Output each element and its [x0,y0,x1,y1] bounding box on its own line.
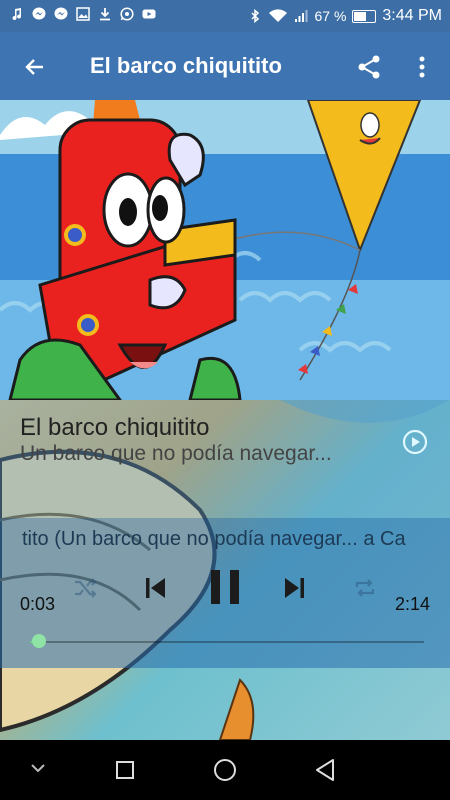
messenger-icon [54,7,68,20]
download-icon [100,8,110,21]
play-video-button[interactable] [402,429,428,460]
notification-icons [10,7,156,21]
battery-icon [352,9,377,23]
scrolling-track-title: tito (Un barco que no podía navegar... a… [22,528,406,550]
arrow-back-icon [25,59,43,75]
signal-icon [295,10,308,22]
image-icon [76,7,90,21]
home-button[interactable] [211,756,239,784]
elapsed-time: 0:03 [20,594,56,614]
repeat-button[interactable] [350,574,380,602]
seek-bar[interactable] [30,641,424,643]
album-artwork [0,100,450,400]
app-bar: El barco chiquitito [0,32,450,100]
messenger-icon [32,7,46,20]
share-button[interactable] [354,52,384,82]
skip-previous-icon [146,578,165,598]
music-note-icon [12,8,22,21]
status-bar: 67 % 3:44 PM [0,0,450,32]
skip-next-icon [285,578,304,598]
youtube-icon [142,9,156,19]
square-icon [116,761,134,779]
total-duration: 2:14 [394,594,430,614]
shuffle-icon [75,578,97,598]
back-button[interactable] [20,52,50,82]
pause-icon [211,570,239,604]
clock: 3:44 PM [382,7,442,24]
play-circle-icon [402,429,428,455]
system-status: 67 % 3:44 PM [248,7,442,25]
song-title: El barco chiquitito [20,415,210,437]
hide-keyboard-button[interactable] [28,758,48,778]
system-navigation-bar [0,740,450,800]
previous-button[interactable] [140,574,170,602]
back-nav-button[interactable] [311,756,339,784]
triangle-back-icon [316,759,334,781]
recents-button[interactable] [112,757,138,783]
share-icon [358,55,380,79]
circle-icon [214,759,236,781]
whatsapp-icon [120,7,134,21]
overflow-menu-button[interactable] [410,52,434,82]
boat-cartoon-illustration [0,100,422,400]
next-button[interactable] [280,574,310,602]
chevron-down-icon [31,764,45,773]
battery-percent: 67 % [314,8,347,24]
repeat-icon [355,579,375,597]
page-title: El barco chiquitito [90,53,282,78]
bluetooth-icon [251,9,260,23]
wifi-icon [269,9,288,22]
shuffle-button[interactable] [70,574,100,602]
pause-button[interactable] [206,567,244,607]
song-subtitle: Un barco que no podía navegar... [20,442,332,465]
seek-bar-thumb[interactable] [32,634,47,648]
more-vert-icon [419,56,425,78]
